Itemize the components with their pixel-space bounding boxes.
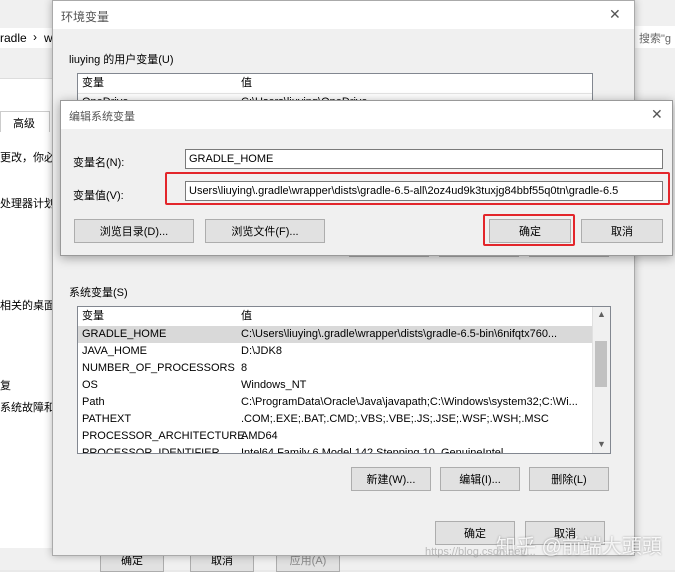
system-properties-panel: 高级 更改，你必 处理器计划 相关的桌面 复 系统故障和 <box>0 78 60 549</box>
address-bar: radle › w <box>0 28 60 48</box>
system-row-value: Intel64 Family 6 Model 142 Stepping 10, … <box>241 447 504 454</box>
side-text-2: 处理器计划 <box>0 198 55 210</box>
variable-name-field[interactable]: GRADLE_HOME <box>185 149 663 169</box>
system-row-value: AMD64 <box>241 430 278 442</box>
edit-title-bar: 编辑系统变量 ✕ <box>61 101 672 129</box>
system-row-value: D:\JDK8 <box>241 345 282 357</box>
ok-highlight-box <box>483 214 575 246</box>
system-edit-button[interactable]: 编辑(I)... <box>440 467 520 491</box>
edit-dialog-title: 编辑系统变量 <box>69 111 135 123</box>
variable-name-label: 变量名(N): <box>73 157 125 169</box>
user-variables-label: liuying 的用户变量(U) <box>69 54 174 66</box>
scroll-down-icon[interactable]: ▼ <box>597 439 606 449</box>
browse-directory-button[interactable]: 浏览目录(D)... <box>74 219 194 243</box>
table-row[interactable]: OS Windows_NT <box>78 377 593 394</box>
system-row-name: OS <box>82 379 98 391</box>
edit-cancel-button[interactable]: 取消 <box>581 219 663 243</box>
breadcrumb[interactable]: radle <box>0 31 27 45</box>
table-row[interactable]: PATHEXT .COM;.EXE;.BAT;.CMD;.VBS;.VBE;.J… <box>78 411 593 428</box>
system-header-name[interactable]: 变量 <box>82 307 104 326</box>
env-title-bar: 环境变量 ✕ <box>53 1 634 29</box>
system-row-name: NUMBER_OF_PROCESSORS <box>82 362 235 374</box>
system-row-name: GRADLE_HOME <box>82 328 167 340</box>
system-row-value: C:\Users\liuying\.gradle\wrapper\dists\g… <box>241 328 558 340</box>
scroll-up-icon[interactable]: ▲ <box>597 309 606 319</box>
variable-value-label: 变量值(V): <box>73 190 124 202</box>
system-header-value[interactable]: 值 <box>241 307 252 326</box>
system-row-name: PROCESSOR_IDENTIFIER <box>82 447 220 454</box>
system-row-value: Windows_NT <box>241 379 307 391</box>
scrollbar-thumb[interactable] <box>595 341 607 387</box>
watermark-url: https://blog.csdn.net/... <box>425 546 536 558</box>
search-box[interactable]: 搜索"g <box>634 26 675 48</box>
table-row[interactable]: GRADLE_HOME C:\Users\liuying\.gradle\wra… <box>78 326 593 343</box>
system-delete-button[interactable]: 删除(L) <box>529 467 609 491</box>
side-text-5: 系统故障和 <box>0 402 55 414</box>
env-window-title: 环境变量 <box>61 10 110 24</box>
system-row-value: 8 <box>241 362 248 374</box>
edit-system-variable-dialog: 编辑系统变量 ✕ 变量名(N): GRADLE_HOME 变量值(V): Use… <box>60 100 673 256</box>
edit-close-icon[interactable]: ✕ <box>651 106 663 123</box>
tab-advanced-label: 高级 <box>13 118 35 130</box>
search-placeholder: 搜索"g <box>639 33 672 45</box>
user-table-header: 变量 值 <box>78 74 592 94</box>
side-text-1: 更改，你必 <box>0 152 55 164</box>
system-row-value: C:\ProgramData\Oracle\Java\javapath;C:\W… <box>241 396 578 408</box>
system-row-name: Path <box>82 396 105 408</box>
table-row[interactable]: NUMBER_OF_PROCESSORS 8 <box>78 360 593 377</box>
system-table-scrollbar[interactable]: ▲ ▼ <box>592 307 610 453</box>
system-row-name: PROCESSOR_ARCHITECTURE <box>82 430 245 442</box>
env-variables-window: 环境变量 ✕ liuying 的用户变量(U) 变量 值 OneDrive C:… <box>52 0 635 556</box>
table-row[interactable]: PROCESSOR_IDENTIFIER Intel64 Family 6 Mo… <box>78 445 593 454</box>
system-row-name: PATHEXT <box>82 413 132 425</box>
browse-file-button[interactable]: 浏览文件(F)... <box>205 219 325 243</box>
value-highlight-box <box>165 172 670 205</box>
side-text-4: 复 <box>0 380 11 392</box>
tab-advanced[interactable]: 高级 <box>0 111 50 132</box>
table-row[interactable]: Path C:\ProgramData\Oracle\Java\javapath… <box>78 394 593 411</box>
system-table-header: 变量 值 <box>78 307 593 327</box>
breadcrumb-separator: › <box>33 30 37 44</box>
env-close-icon[interactable]: ✕ <box>609 6 621 23</box>
system-variables-label: 系统变量(S) <box>69 287 128 299</box>
system-row-value: .COM;.EXE;.BAT;.CMD;.VBS;.VBE;.JS;.JSE;.… <box>241 413 549 425</box>
table-row[interactable]: PROCESSOR_ARCHITECTURE AMD64 <box>78 428 593 445</box>
system-variables-table[interactable]: 变量 值 GRADLE_HOME C:\Users\liuying\.gradl… <box>77 306 611 454</box>
system-new-button[interactable]: 新建(W)... <box>351 467 431 491</box>
table-row[interactable]: JAVA_HOME D:\JDK8 <box>78 343 593 360</box>
user-header-name[interactable]: 变量 <box>82 74 104 93</box>
side-text-3: 相关的桌面 <box>0 300 55 312</box>
user-header-value[interactable]: 值 <box>241 74 252 93</box>
system-row-name: JAVA_HOME <box>82 345 147 357</box>
